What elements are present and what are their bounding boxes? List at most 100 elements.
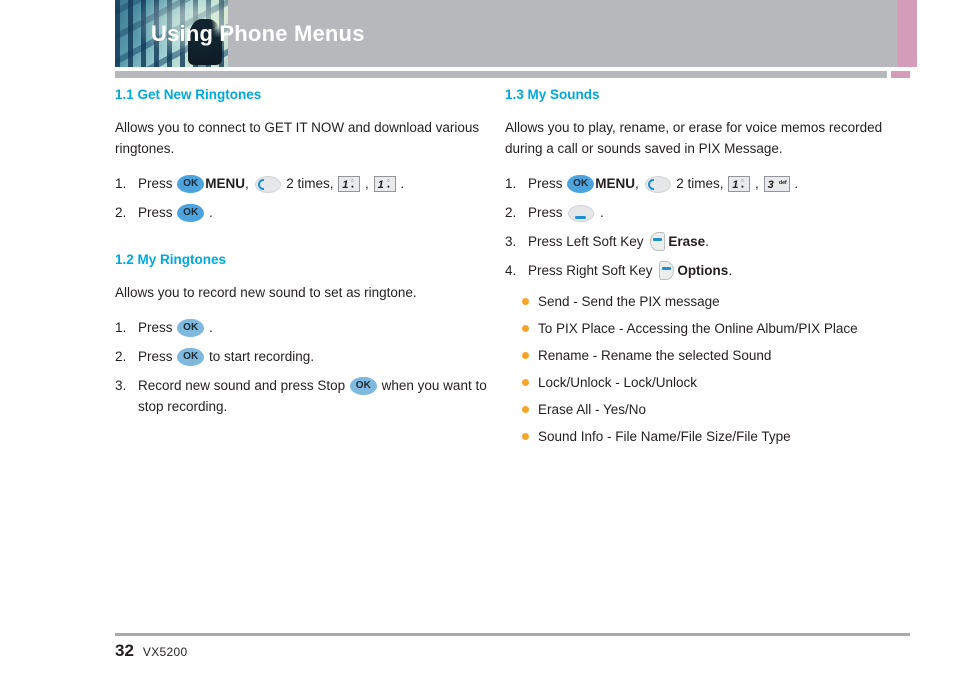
step-text: . <box>596 204 604 220</box>
step-item: 1. Press OK MENU, 2 times, 1 ○ ● , 1 ○ ● . <box>115 173 495 194</box>
step-number: 2. <box>115 204 127 220</box>
list-item: Send - Send the PIX message <box>522 291 910 312</box>
list-item: Lock/Unlock - Lock/Unlock <box>522 372 910 393</box>
step-body: Press OK . <box>138 317 213 338</box>
step-text: Press <box>528 204 567 220</box>
step-item: 2. Press OK to start recording. <box>115 346 495 367</box>
left-column: 1.1 Get New Ringtones Allows you to conn… <box>115 87 495 425</box>
step-text: Record new sound and press Stop <box>138 377 349 393</box>
ok-key-label: OK <box>183 322 199 334</box>
step-number: 1. <box>115 319 127 335</box>
ok-key-icon: OK <box>349 376 377 395</box>
bullet-icon <box>522 378 529 386</box>
ok-key-label: OK <box>183 351 199 363</box>
step-number: 3. <box>115 377 127 393</box>
page-title: Using Phone Menus <box>151 21 365 46</box>
step-text: Press <box>528 175 567 191</box>
header-rule <box>115 71 887 78</box>
step-item: 1. Press OK . <box>115 317 495 338</box>
ok-key-icon: OK <box>177 318 205 337</box>
step-keyword: MENU <box>205 175 246 191</box>
step-body: Press OK . <box>138 202 213 223</box>
step-number: 2. <box>505 204 517 220</box>
number-key-icon: 1 ○ ● <box>338 175 361 192</box>
step-number: 4. <box>505 262 517 278</box>
section-heading: 1.3 My Sounds <box>505 87 600 102</box>
manual-page: Using Phone Menus 1.1 Get New Ringtones … <box>0 0 954 699</box>
left-arrow-glyph <box>257 178 264 190</box>
section-description: Allows you to connect to GET IT NOW and … <box>115 119 480 156</box>
right-soft-key-icon <box>659 260 675 280</box>
list-item-label: To PIX Place - Accessing the Online Albu… <box>538 320 858 336</box>
bullet-icon <box>522 297 529 305</box>
navigation-key-icon <box>254 175 281 193</box>
list-item-label: Rename - Rename the selected Sound <box>538 347 772 363</box>
footer-rule <box>115 633 910 636</box>
step-text: Press Right Soft Key <box>528 262 657 278</box>
step-text: 2 times, <box>672 175 728 191</box>
page-header: Using Phone Menus <box>115 0 917 67</box>
step-body: Press OK MENU, 2 times, 1 ○ ● , 1 ○ ● . <box>138 173 404 194</box>
number-key-symbol: ○ ● <box>386 177 390 190</box>
list-item: To PIX Place - Accessing the Online Albu… <box>522 318 910 339</box>
step-text: . <box>728 262 733 278</box>
step-number: 3. <box>505 233 517 249</box>
ok-key-label: OK <box>183 178 199 190</box>
step-keyword: Erase <box>668 233 706 249</box>
step-text: . <box>205 319 213 335</box>
list-item: Sound Info - File Name/File Size/File Ty… <box>522 426 910 447</box>
bullet-icon <box>522 324 529 332</box>
step-body: Press OK MENU, 2 times, 1 ○ ● , 3 def . <box>528 173 798 194</box>
number-key-letters: def <box>778 179 787 186</box>
step-body: Press OK to start recording. <box>138 346 314 367</box>
right-column: 1.3 My Sounds Allows you to play, rename… <box>505 87 910 453</box>
bullet-icon <box>522 405 529 413</box>
section-description: Allows you to record new sound to set as… <box>115 284 417 300</box>
steps-list: 1. Press OK . 2. Press OK to start recordin… <box>115 317 495 417</box>
step-item: 4. Press Right Soft Key Options. <box>505 260 910 281</box>
list-item-label: Sound Info - File Name/File Size/File Ty… <box>538 428 791 444</box>
left-soft-key-icon <box>650 231 666 251</box>
list-item: Erase All - Yes/No <box>522 399 910 420</box>
step-body: Press . <box>528 202 604 223</box>
ok-key-label: OK <box>573 178 589 190</box>
step-item: 2. Press . <box>505 202 910 223</box>
page-number: 32 <box>115 641 134 660</box>
section-1-2: 1.2 My Ringtones Allows you to record ne… <box>115 251 495 417</box>
step-number: 1. <box>505 175 517 191</box>
number-key-digit: 3 <box>767 178 774 191</box>
step-text: Press Left Soft Key <box>528 233 648 249</box>
ok-key-icon: OK <box>177 347 205 366</box>
ok-key-label: OK <box>355 380 372 392</box>
step-text: . <box>790 175 799 191</box>
step-number: 1. <box>115 175 127 191</box>
page-footer: 32 VX5200 <box>115 641 187 661</box>
step-text: to start recording. <box>205 348 315 364</box>
steps-list: 1. Press OK MENU, 2 times, 1 ○ ● , 3 def . 2. P… <box>505 173 910 281</box>
navigation-key-icon <box>644 175 671 193</box>
list-item: Rename - Rename the selected Sound <box>522 345 910 366</box>
step-text: . <box>705 233 709 249</box>
header-rule-accent <box>891 71 910 78</box>
number-key-icon: 3 def <box>763 175 790 192</box>
step-text: Press <box>138 175 177 191</box>
step-keyword: MENU <box>595 175 636 191</box>
ok-key-icon: OK <box>177 203 205 222</box>
list-item-label: Lock/Unlock - Lock/Unlock <box>538 374 698 390</box>
options-bullet-list: Send - Send the PIX message To PIX Place … <box>505 291 910 447</box>
list-item-label: Erase All - Yes/No <box>538 401 647 417</box>
step-item: 1. Press OK MENU, 2 times, 1 ○ ● , 3 def . <box>505 173 910 194</box>
step-text: , <box>361 175 373 191</box>
clear-key-icon <box>568 204 595 222</box>
bullet-icon <box>522 351 529 359</box>
step-text: 2 times, <box>282 175 338 191</box>
steps-list: 1. Press OK MENU, 2 times, 1 ○ ● , 1 ○ ● . 2. Pr… <box>115 173 495 223</box>
left-arrow-glyph <box>647 178 654 190</box>
section-heading: 1.1 Get New Ringtones <box>115 87 262 102</box>
step-body: Press Right Soft Key Options. <box>528 260 732 281</box>
list-item-label: Send - Send the PIX message <box>538 293 720 309</box>
step-text: . <box>396 175 405 191</box>
section-description: Allows you to play, rename, or erase for… <box>505 119 883 156</box>
section-heading: 1.2 My Ringtones <box>115 251 227 267</box>
step-keyword: Options <box>677 262 729 278</box>
